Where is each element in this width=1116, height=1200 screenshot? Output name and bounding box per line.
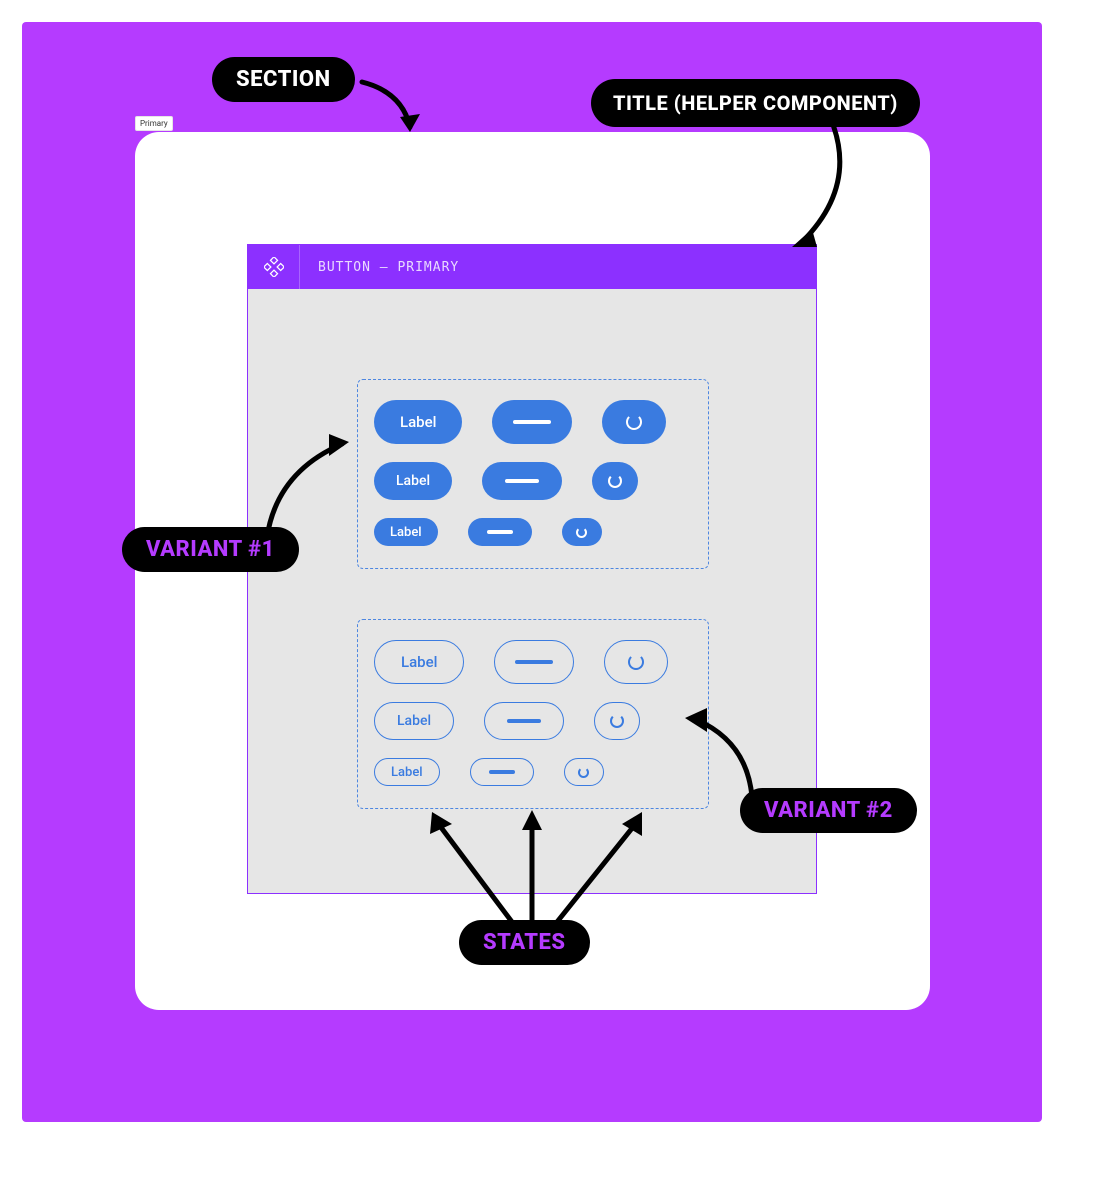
variant-2-row-lg: Label xyxy=(374,640,692,684)
placeholder-bar xyxy=(489,770,515,774)
button-outline-sm-loading[interactable] xyxy=(564,758,604,786)
button-label: Label xyxy=(400,413,436,431)
button-filled-lg[interactable]: Label xyxy=(374,400,462,444)
button-filled-sm-placeholder[interactable] xyxy=(468,518,532,546)
placeholder-bar xyxy=(507,719,541,723)
variant-1-row-sm: Label xyxy=(374,518,692,546)
button-outline-lg-loading[interactable] xyxy=(604,640,668,684)
button-label: Label xyxy=(390,525,422,540)
figma-canvas: Primary BUTTON — PRIMARY Label Lab xyxy=(22,22,1042,1122)
button-outline-md-placeholder[interactable] xyxy=(484,702,564,740)
button-label: Label xyxy=(397,713,431,729)
button-outline-md-loading[interactable] xyxy=(594,702,640,740)
spinner-icon xyxy=(626,414,642,430)
spinner-icon xyxy=(576,527,587,538)
arrow-variant1 xyxy=(247,422,357,542)
button-filled-sm[interactable]: Label xyxy=(374,518,438,546)
placeholder-bar xyxy=(505,479,539,483)
annotation-section: SECTION xyxy=(212,57,355,102)
variant-1-row-lg: Label xyxy=(374,400,692,444)
arrow-title xyxy=(762,117,862,257)
button-filled-md[interactable]: Label xyxy=(374,462,452,500)
placeholder-bar xyxy=(487,530,513,534)
button-filled-sm-loading[interactable] xyxy=(562,518,602,546)
button-filled-md-loading[interactable] xyxy=(592,462,638,500)
button-filled-lg-placeholder[interactable] xyxy=(492,400,572,444)
frame-tag: Primary xyxy=(135,116,173,131)
arrow-variant2 xyxy=(677,702,767,802)
button-outline-sm-placeholder[interactable] xyxy=(470,758,534,786)
button-outline-lg-placeholder[interactable] xyxy=(494,640,574,684)
button-label: Label xyxy=(391,765,423,780)
variant-1-group: Label Label Label xyxy=(357,379,709,569)
spinner-icon xyxy=(578,767,589,778)
variant-1-row-md: Label xyxy=(374,462,692,500)
spinner-icon xyxy=(608,474,622,488)
placeholder-bar xyxy=(515,660,553,664)
spinner-icon xyxy=(610,714,624,728)
title-helper-component: BUTTON — PRIMARY xyxy=(248,245,816,289)
button-outline-sm[interactable]: Label xyxy=(374,758,440,786)
placeholder-bar xyxy=(513,420,551,424)
button-filled-md-placeholder[interactable] xyxy=(482,462,562,500)
button-filled-lg-loading[interactable] xyxy=(602,400,666,444)
arrow-section xyxy=(352,72,432,142)
component-title: BUTTON — PRIMARY xyxy=(300,260,459,275)
component-icon xyxy=(248,245,300,289)
annotation-title: TITLE (HELPER COMPONENT) xyxy=(591,79,920,127)
variant-2-row-md: Label xyxy=(374,702,692,740)
button-outline-lg[interactable]: Label xyxy=(374,640,464,684)
arrow-states-3 xyxy=(542,802,662,932)
button-outline-md[interactable]: Label xyxy=(374,702,454,740)
spinner-icon xyxy=(628,654,644,670)
button-label: Label xyxy=(401,653,437,671)
variant-2-row-sm: Label xyxy=(374,758,692,786)
button-label: Label xyxy=(396,473,430,489)
variant-2-group: Label Label Label xyxy=(357,619,709,809)
